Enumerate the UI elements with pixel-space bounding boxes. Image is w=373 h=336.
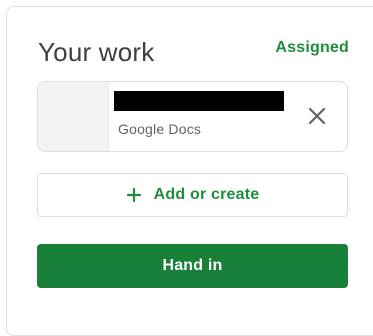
attachment-type: Google Docs	[118, 121, 202, 137]
close-icon	[308, 107, 326, 125]
attachment-name[interactable]: Samuel Lockard - T...	[114, 91, 284, 111]
hand-in-button[interactable]: Hand in	[37, 244, 348, 288]
attachment-card[interactable]: Samuel Lockard - T... Google Docs	[37, 81, 348, 152]
hand-in-label: Hand in	[162, 257, 223, 274]
plus-icon	[126, 187, 141, 203]
assignment-status: Assigned	[275, 39, 349, 56]
add-or-create-label: Add or create	[153, 186, 260, 203]
panel-title: Your work	[38, 37, 155, 67]
add-or-create-button[interactable]: Add or create	[37, 173, 348, 217]
attachment-thumbnail	[38, 82, 109, 151]
remove-attachment-button[interactable]	[303, 102, 331, 130]
